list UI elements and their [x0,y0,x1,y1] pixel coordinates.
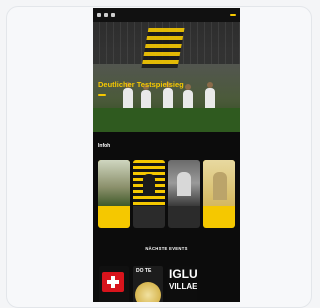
news-card[interactable] [133,160,165,228]
menu-icons[interactable] [97,13,115,17]
menu-icon[interactable] [97,13,101,17]
crest-stripes-graphic [141,28,185,68]
top-cta-button[interactable] [230,14,236,16]
news-carousel [98,160,235,228]
news-image [203,160,235,206]
swiss-flag-icon [102,272,124,292]
event-card[interactable]: DO TE [133,266,163,302]
event-subtitle-text: VILLAE [169,282,197,291]
news-image [98,160,130,206]
events-carousel: DO TE IGLU VILLAE [99,266,197,302]
news-card[interactable] [168,160,200,228]
pitch-grass [93,108,240,132]
hero-read-more-button[interactable] [98,94,106,96]
event-card[interactable] [99,266,129,302]
event-logo-text: DO TE [136,268,152,274]
news-image [133,160,165,206]
event-disc-graphic [135,282,161,302]
hero-banner[interactable]: Deutlicher Testspielsieg [93,22,240,132]
top-navigation-bar [93,8,240,22]
event-title-text: IGLU [169,267,197,281]
news-card[interactable] [203,160,235,228]
top-actions [227,14,236,16]
events-section-title: NÄCHSTE EVENTS [145,246,188,251]
hero-title: Deutlicher Testspielsieg [98,80,184,89]
news-section-title: Infoh [98,143,111,149]
news-image [168,160,200,206]
event-card[interactable]: IGLU VILLAE [167,266,197,302]
news-card[interactable] [98,160,130,228]
account-icon[interactable] [111,13,115,17]
search-icon[interactable] [104,13,108,17]
phone-preview: Deutlicher Testspielsieg Infoh NÄCHSTE E… [93,8,240,302]
